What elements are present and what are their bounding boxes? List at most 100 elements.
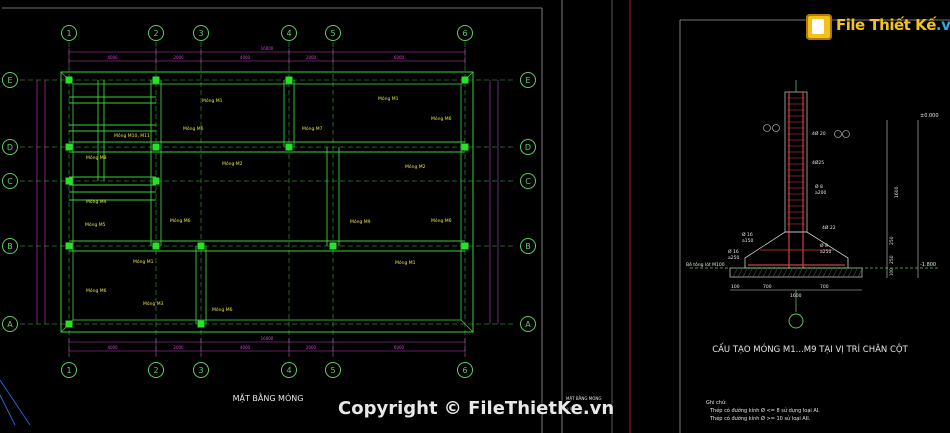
column-square bbox=[285, 76, 293, 84]
note-1: Thép có đường kính Ø <= 8 sử dụng loại A… bbox=[709, 407, 820, 414]
label-m1-bottom-b: Móng M1 bbox=[395, 259, 416, 266]
hatch-line bbox=[742, 268, 748, 278]
detail-hdim-700b: 700 bbox=[820, 284, 829, 290]
column-square bbox=[461, 76, 469, 84]
rebar-1: 4Ø 20 bbox=[812, 130, 826, 137]
dim-span-label: 6000 bbox=[394, 345, 405, 350]
rebar-marker-7 bbox=[842, 130, 850, 138]
axis-bubble-row-label: B bbox=[525, 242, 531, 251]
detail-vdim-1: 1600 bbox=[894, 186, 900, 198]
rebar-5: Ø 16 bbox=[742, 231, 753, 238]
rebar-6: a150 bbox=[742, 238, 753, 244]
hatch-line bbox=[777, 268, 783, 278]
hatch-line bbox=[842, 268, 848, 278]
axis-bubble-row-label: C bbox=[7, 177, 13, 186]
inner-footing bbox=[72, 83, 462, 321]
rebar-4: a200 bbox=[815, 190, 826, 196]
rebar-8: Ø 8 bbox=[820, 242, 828, 249]
detail-hdim-100: 100 bbox=[731, 284, 740, 290]
axis-bubbles: 1 1 2 2 3 3 4 4 5 5 6 6 E E D D C C B B A A bbox=[2, 25, 536, 378]
label-m1-top-left: Móng M1 bbox=[202, 97, 223, 104]
hatch-line bbox=[752, 268, 758, 278]
dim-span-label: 2000 bbox=[306, 55, 317, 60]
notes-heading: Ghi chú: bbox=[706, 399, 727, 406]
detail-lean-concrete bbox=[729, 267, 863, 278]
hatch-line bbox=[787, 268, 793, 278]
dim-span-label: 4000 bbox=[240, 55, 251, 60]
column-square bbox=[285, 143, 293, 151]
column-square bbox=[65, 177, 73, 185]
detail-hatch bbox=[732, 268, 863, 278]
hatch-line bbox=[827, 268, 833, 278]
label-m1-bottom-a: Móng M1 bbox=[133, 258, 154, 265]
hatch-line bbox=[832, 268, 838, 278]
outer-footing bbox=[60, 71, 474, 333]
label-m10: Móng M10, M11 bbox=[114, 132, 150, 139]
hatch-line bbox=[797, 268, 803, 278]
copyright-watermark: Copyright © FileThietKe.vn bbox=[338, 398, 615, 419]
hatch-line bbox=[772, 268, 778, 278]
dim-span-label: 6000 bbox=[394, 55, 405, 60]
column-square bbox=[152, 242, 160, 250]
detail-title: CẤU TẠO MÓNG M1...M9 TẠI VỊ TRÍ CHÂN CỘT bbox=[712, 343, 908, 355]
foundation-beams bbox=[60, 71, 474, 333]
rebar-marker-6 bbox=[834, 130, 842, 138]
label-m7: Móng M7 bbox=[302, 125, 323, 132]
label-m2-b: Móng M2 bbox=[405, 163, 426, 170]
detail-level-top: ±0.000 bbox=[920, 113, 939, 119]
label-m8: Móng M8 bbox=[86, 154, 107, 161]
rebar-2: 4Ø25 bbox=[812, 159, 824, 166]
column-markers bbox=[65, 76, 469, 328]
column-square bbox=[65, 320, 73, 328]
column-square bbox=[197, 242, 205, 250]
axis-bubble-row-label: E bbox=[7, 76, 12, 85]
detail-hdim-700a: 700 bbox=[763, 284, 772, 290]
axis-bubble-col-label: 6 bbox=[462, 29, 467, 38]
rebar-10: Ø 16 bbox=[728, 248, 739, 255]
column-square bbox=[65, 242, 73, 250]
brand-vn: .vn bbox=[935, 16, 950, 34]
hatch-line bbox=[852, 268, 858, 278]
plan-title: MẶT BẰNG MÓNG bbox=[233, 391, 304, 404]
dim-total-label: 16000 bbox=[261, 336, 274, 341]
label-m9: Móng M9 bbox=[350, 218, 371, 225]
foundation-detail: ±0.000 -1.800 1600 250 250 100 100 700 7… bbox=[686, 80, 940, 329]
brand-thiet: Thiết bbox=[869, 16, 911, 34]
axis-bubble-col-label: 2 bbox=[153, 366, 158, 375]
hatch-line bbox=[782, 268, 788, 278]
hatch-line bbox=[857, 268, 863, 278]
hatch-line bbox=[747, 268, 753, 278]
rebar-9: a250 bbox=[820, 249, 831, 255]
axis-bubble-col-label: 3 bbox=[198, 366, 203, 375]
label-m2-a: Móng M2 bbox=[222, 160, 243, 167]
label-m6-d: Móng M6 bbox=[431, 217, 452, 224]
rebar-3: Ø 8 bbox=[815, 183, 823, 190]
axis-bubble-col-label: 1 bbox=[66, 366, 71, 375]
dim-span-label: 2000 bbox=[306, 345, 317, 350]
dim-span-label: 4000 bbox=[107, 55, 118, 60]
axis-bubble-col-label: 4 bbox=[286, 366, 291, 375]
dim-span-label: 2000 bbox=[173, 55, 184, 60]
detail-vdim-3: 250 bbox=[889, 236, 895, 245]
axis-bubble-row-label: B bbox=[7, 242, 13, 251]
label-m6-a: Móng M6 bbox=[431, 115, 452, 122]
column-square bbox=[329, 242, 337, 250]
rebar-11: a250 bbox=[728, 255, 739, 261]
axis-bubble-col-label: 6 bbox=[462, 366, 467, 375]
label-m1-top-right: Móng M1 bbox=[378, 95, 399, 102]
axis-bubble-col-label: 4 bbox=[286, 29, 291, 38]
detail-vdim-2: 250 bbox=[889, 255, 895, 264]
hatch-line bbox=[837, 268, 843, 278]
label-m3: Móng M3 bbox=[143, 300, 164, 307]
label-m6-bottom: Móng M6 bbox=[212, 306, 233, 313]
cad-drawing-canvas: { "drawing": { "plan_title": "MẶT BẰNG M… bbox=[0, 0, 950, 433]
column-square bbox=[152, 76, 160, 84]
hatch-line bbox=[792, 268, 798, 278]
axis-bubble-col-label: 5 bbox=[330, 366, 335, 375]
axis-bubble-col-label: 3 bbox=[198, 29, 203, 38]
label-m6-c: Móng M6 bbox=[170, 217, 191, 224]
file-icon bbox=[806, 14, 832, 40]
rebar-marker-9 bbox=[772, 124, 780, 132]
detail-vdim-4: 100 bbox=[889, 268, 894, 276]
detail-column-outline bbox=[784, 91, 808, 233]
